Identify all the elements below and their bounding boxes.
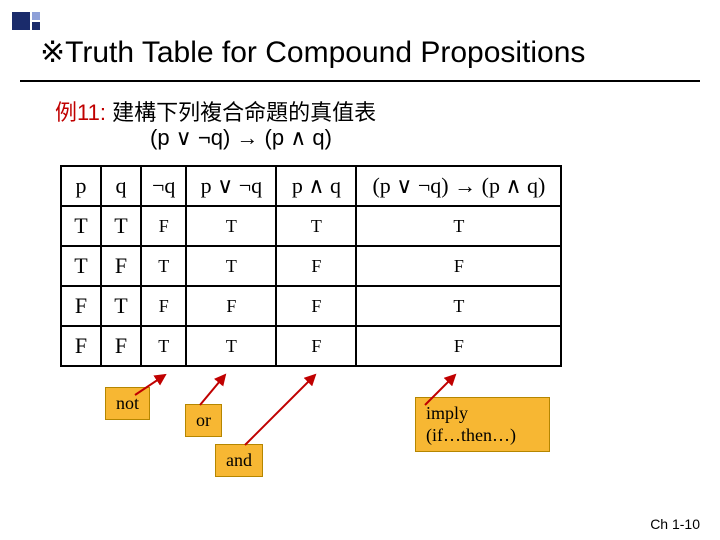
cell-p-or-notq: T	[186, 206, 276, 246]
th-p: p	[61, 166, 101, 206]
cell-p-and-q: F	[276, 326, 356, 366]
compound-expression: (p ∨ ¬q) → (p ∧ q)	[150, 125, 332, 151]
example-text: 建構下列複合命題的真值表	[112, 100, 376, 125]
title-underline	[20, 80, 700, 82]
cell-p-or-notq: T	[186, 246, 276, 286]
table-row: T F T T F F	[61, 246, 561, 286]
cell-p-or-notq: T	[186, 326, 276, 366]
truth-table: p q ¬q p ∨ ¬q p ∧ q (p ∨ ¬q) → (p ∧ q) T…	[60, 165, 562, 367]
tag-not: not	[105, 387, 150, 420]
tag-or: or	[185, 404, 222, 437]
cell-imp: F	[356, 326, 561, 366]
cell-imp: T	[356, 286, 561, 326]
table-row: F F T T F F	[61, 326, 561, 366]
table-row: F T F F F T	[61, 286, 561, 326]
tag-imply: imply (if…then…)	[415, 397, 550, 452]
slide-accent	[12, 12, 40, 30]
cell-notq: F	[141, 286, 186, 326]
table-header-row: p q ¬q p ∨ ¬q p ∧ q (p ∨ ¬q) → (p ∧ q)	[61, 166, 561, 206]
th-p-and-q: p ∧ q	[276, 166, 356, 206]
cell-p: F	[61, 286, 101, 326]
slide-footer: Ch 1-10	[650, 516, 700, 532]
cell-p-or-notq: F	[186, 286, 276, 326]
tag-and: and	[215, 444, 263, 477]
cell-q: T	[101, 286, 141, 326]
cell-p: F	[61, 326, 101, 366]
cell-notq: T	[141, 326, 186, 366]
example-label: 例11:	[55, 100, 106, 125]
cell-q: T	[101, 206, 141, 246]
cell-p: T	[61, 246, 101, 286]
cell-p: T	[61, 206, 101, 246]
cell-p-and-q: F	[276, 246, 356, 286]
slide-title: ※Truth Table for Compound Propositions	[40, 35, 700, 70]
cell-q: F	[101, 246, 141, 286]
cell-p-and-q: F	[276, 286, 356, 326]
th-implication: (p ∨ ¬q) → (p ∧ q)	[356, 166, 561, 206]
cell-p-and-q: T	[276, 206, 356, 246]
th-notq: ¬q	[141, 166, 186, 206]
cell-q: F	[101, 326, 141, 366]
table-row: T T F T T T	[61, 206, 561, 246]
cell-notq: T	[141, 246, 186, 286]
example-line: 例11: 建構下列複合命題的真值表	[55, 95, 376, 127]
th-q: q	[101, 166, 141, 206]
cell-imp: T	[356, 206, 561, 246]
arrow-and	[235, 370, 335, 450]
cell-notq: F	[141, 206, 186, 246]
cell-imp: F	[356, 246, 561, 286]
th-p-or-notq: p ∨ ¬q	[186, 166, 276, 206]
